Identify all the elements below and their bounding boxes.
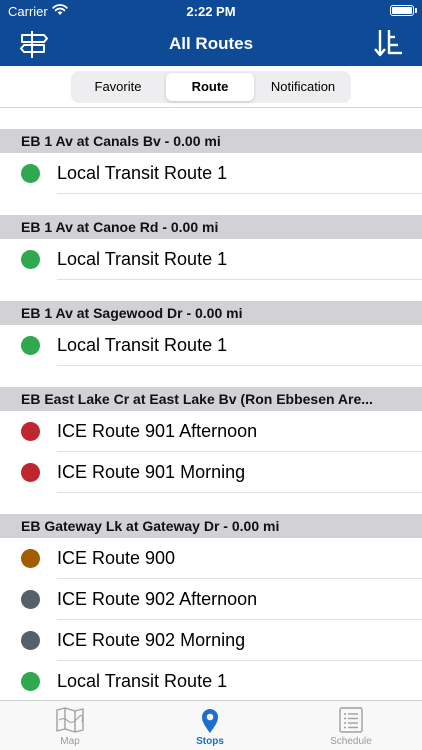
- navigation-bar: All Routes: [0, 22, 422, 66]
- battery-icon: [390, 5, 414, 16]
- tab-bar: Map Stops Schedule: [0, 700, 422, 750]
- segment-route[interactable]: Route: [166, 73, 254, 101]
- route-color-dot: [21, 631, 40, 650]
- route-name: ICE Route 902 Morning: [57, 630, 246, 650]
- route-row[interactable]: Local Transit Route 1: [0, 661, 422, 700]
- route-row[interactable]: Local Transit Route 1: [0, 153, 422, 194]
- route-name: ICE Route 901 Afternoon: [57, 421, 258, 441]
- segment-notification[interactable]: Notification: [257, 73, 349, 101]
- route-name: ICE Route 900: [57, 548, 176, 568]
- stop-section: EB Gateway Lk at Gateway Dr - 0.00 mi ICE…: [0, 514, 422, 700]
- tab-schedule-label: Schedule: [330, 736, 372, 747]
- status-bar: Carrier 2:22 PM: [0, 0, 422, 22]
- stop-section-header: EB East Lake Cr at East Lake Bv (Ron Ebb…: [0, 387, 422, 411]
- route-color-dot: [21, 549, 40, 568]
- route-row[interactable]: ICE Route 902 Afternoon: [0, 579, 422, 620]
- stop-section: EB East Lake Cr at East Lake Bv (Ron Ebb…: [0, 387, 422, 514]
- route-name: Local Transit Route 1: [57, 335, 228, 355]
- stop-section: EB 1 Av at Canals Bv - 0.00 mi Local Tran…: [0, 129, 422, 215]
- schedule-list-icon: [339, 707, 363, 733]
- route-color-dot: [21, 250, 40, 269]
- row-separator: [57, 193, 422, 194]
- route-row[interactable]: ICE Route 901 Afternoon: [0, 411, 422, 452]
- route-row[interactable]: Local Transit Route 1: [0, 325, 422, 366]
- tab-map[interactable]: Map: [0, 701, 140, 750]
- tab-stops-label: Stops: [196, 736, 224, 747]
- tab-schedule[interactable]: Schedule: [281, 701, 421, 750]
- route-color-dot: [21, 463, 40, 482]
- tab-map-label: Map: [60, 736, 80, 747]
- row-separator: [57, 492, 422, 493]
- route-name: ICE Route 902 Afternoon: [57, 589, 258, 609]
- segmented-control: Favorite Route Notification: [71, 71, 351, 103]
- row-separator: [57, 365, 422, 366]
- stop-section: EB 1 Av at Sagewood Dr - 0.00 mi Local Tr…: [0, 301, 422, 387]
- map-icon: [56, 707, 84, 733]
- route-list[interactable]: EB 1 Av at Canals Bv - 0.00 mi Local Tran…: [0, 108, 422, 700]
- stop-section-header: EB 1 Av at Canoe Rd - 0.00 mi: [0, 215, 422, 239]
- row-separator: [57, 279, 422, 280]
- route-row[interactable]: ICE Route 902 Morning: [0, 620, 422, 661]
- route-color-dot: [21, 336, 40, 355]
- route-color-dot: [21, 164, 40, 183]
- stop-section-header: EB 1 Av at Sagewood Dr - 0.00 mi: [0, 301, 422, 325]
- stop-section: EB 1 Av at Canoe Rd - 0.00 mi Local Trans…: [0, 215, 422, 301]
- stop-section-header: EB Gateway Lk at Gateway Dr - 0.00 mi: [0, 514, 422, 538]
- route-name: Local Transit Route 1: [57, 163, 228, 183]
- list-top-spacer: [0, 108, 422, 129]
- sort-icon[interactable]: [374, 27, 404, 59]
- route-color-dot: [21, 672, 40, 691]
- route-row[interactable]: ICE Route 901 Morning: [0, 452, 422, 493]
- route-color-dot: [21, 422, 40, 441]
- route-color-dot: [21, 590, 40, 609]
- segment-bar: Favorite Route Notification: [0, 66, 422, 108]
- stop-section-header: EB 1 Av at Canals Bv - 0.00 mi: [0, 129, 422, 153]
- battery-nub: [415, 8, 417, 13]
- location-pin-icon: [202, 709, 218, 733]
- route-row[interactable]: ICE Route 900: [0, 538, 422, 579]
- tab-stops[interactable]: Stops: [140, 701, 280, 750]
- route-row[interactable]: Local Transit Route 1: [0, 239, 422, 280]
- status-time: 2:22 PM: [186, 4, 236, 19]
- page-title: All Routes: [168, 34, 254, 53]
- route-name: ICE Route 901 Morning: [57, 462, 246, 482]
- segment-favorite[interactable]: Favorite: [73, 73, 163, 101]
- route-name: Local Transit Route 1: [57, 249, 228, 269]
- route-name: Local Transit Route 1: [57, 671, 228, 691]
